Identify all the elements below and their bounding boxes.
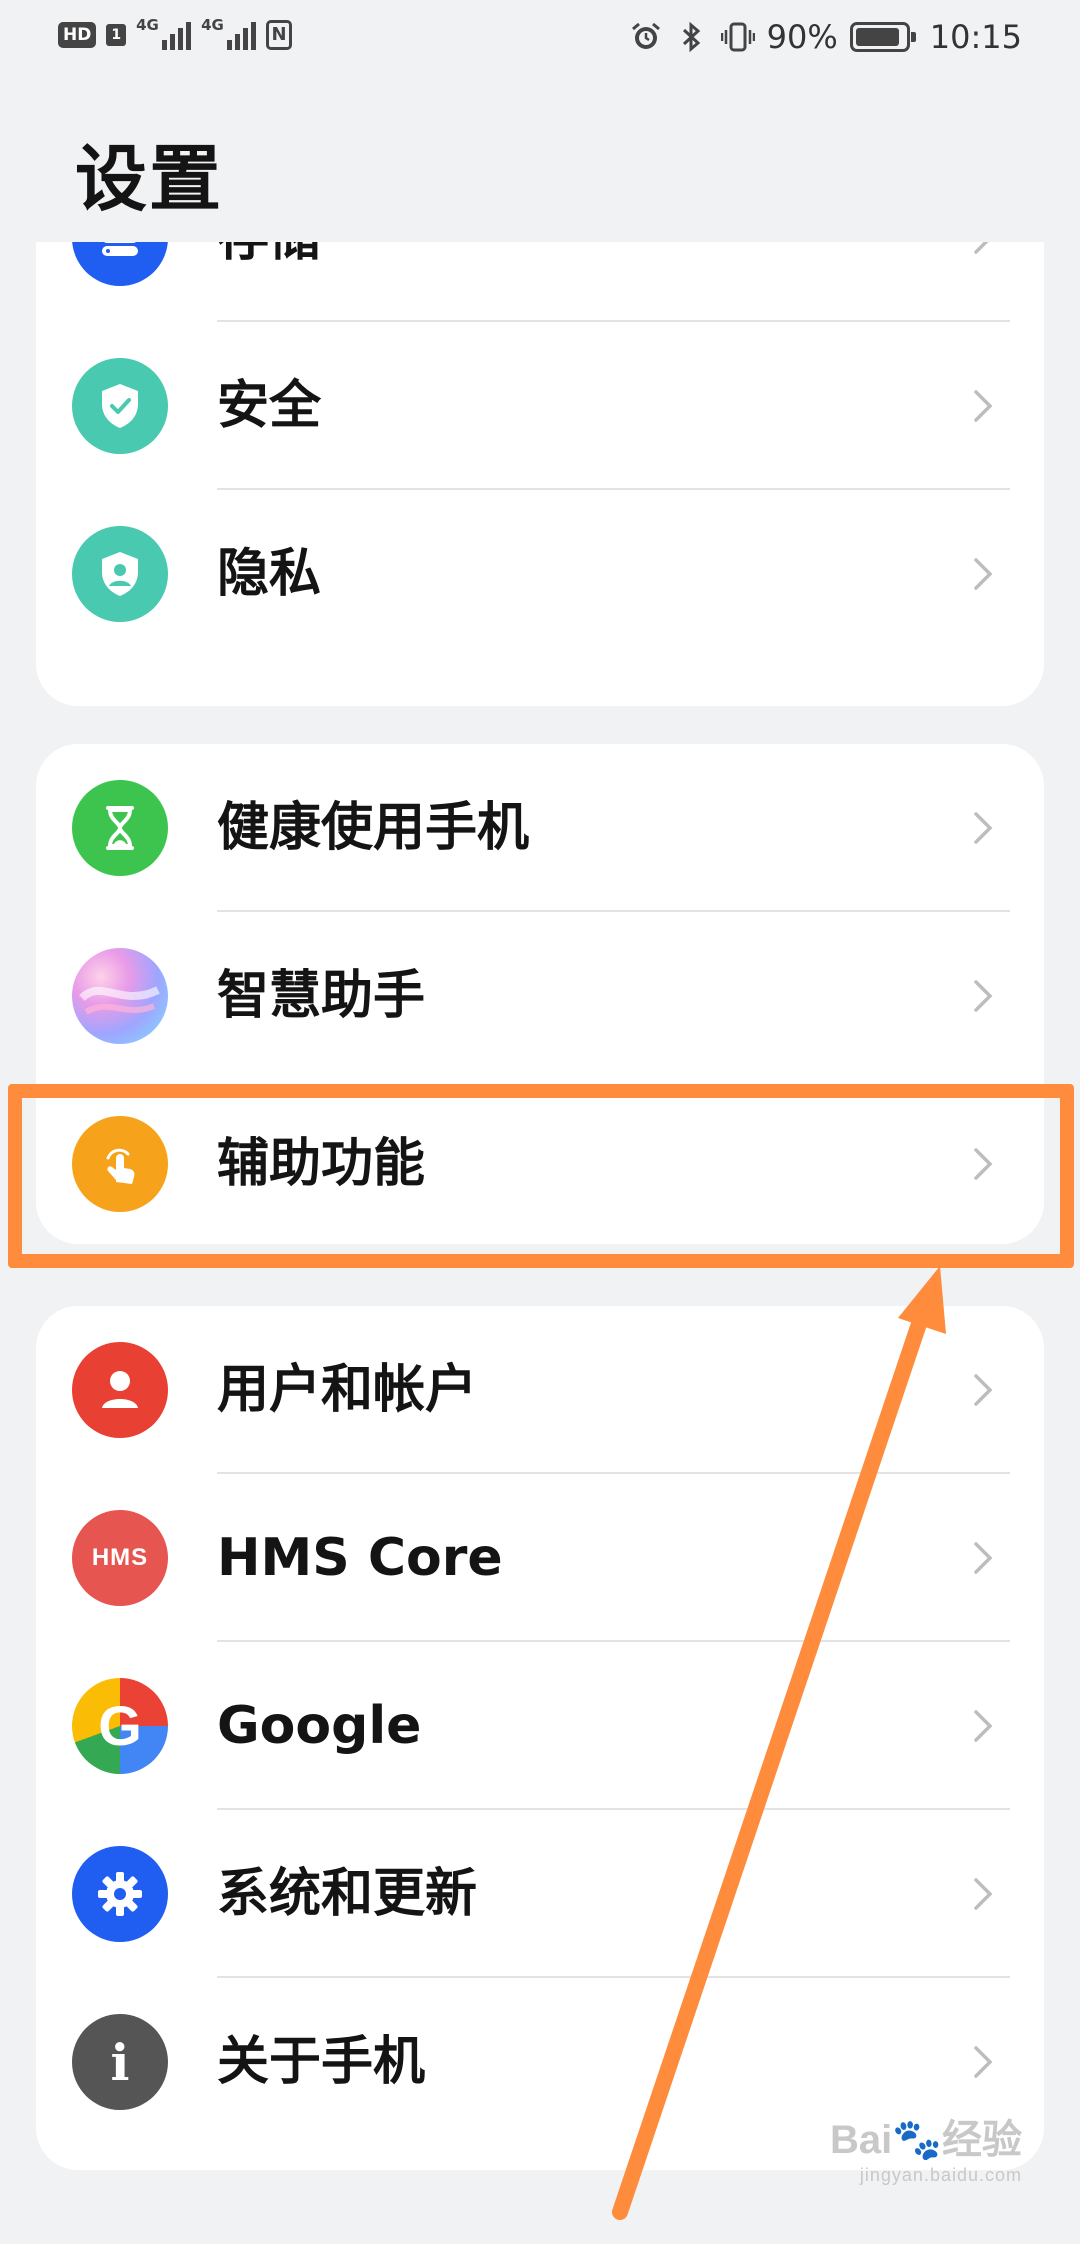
settings-item-label: 系统和更新 bbox=[217, 1864, 478, 1924]
paw-icon: 🐾 bbox=[892, 2118, 942, 2162]
settings-item-label: 健康使用手机 bbox=[217, 798, 530, 858]
settings-item-hms-core[interactable]: HMS HMS Core bbox=[36, 1474, 1044, 1642]
status-bar: HD 1 4G 4G N 90% 10:15 bbox=[0, 0, 1080, 80]
settings-group-3: 用户和帐户 HMS HMS Core G Google 系统和更新 i 关于手机 bbox=[36, 1306, 1044, 2170]
hd-badge: HD bbox=[58, 22, 97, 48]
battery-fill bbox=[855, 28, 899, 46]
watermark-site: jingyan.baidu.com bbox=[859, 2165, 1022, 2185]
signal-icon-2: 4G bbox=[201, 16, 257, 50]
highlight-box bbox=[8, 1084, 1074, 1268]
chevron-right-icon bbox=[974, 390, 993, 422]
alarm-icon bbox=[629, 20, 663, 54]
settings-item-label: 隐私 bbox=[217, 544, 322, 604]
settings-item-smart-assistant[interactable]: 智慧助手 bbox=[36, 912, 1044, 1080]
settings-item-privacy[interactable]: 隐私 bbox=[36, 490, 1044, 658]
signal-icon: 4G bbox=[136, 16, 192, 50]
user-icon bbox=[72, 1342, 168, 1438]
chevron-right-icon bbox=[974, 1542, 993, 1574]
chevron-right-icon bbox=[974, 812, 993, 844]
gear-icon bbox=[72, 1846, 168, 1942]
page-title: 设置 bbox=[75, 137, 224, 221]
settings-item-label: 用户和帐户 bbox=[217, 1360, 478, 1420]
hms-icon: HMS bbox=[72, 1510, 168, 1606]
chevron-right-icon bbox=[974, 2046, 993, 2078]
settings-item-label: 智慧助手 bbox=[217, 966, 426, 1026]
battery-icon bbox=[849, 22, 916, 52]
settings-item-security[interactable]: 安全 bbox=[36, 322, 1044, 490]
chevron-right-icon bbox=[974, 1878, 993, 1910]
settings-item-label: 关于手机 bbox=[217, 2032, 426, 2092]
sim-badge: 1 bbox=[106, 24, 127, 46]
signal-label: 4G bbox=[136, 16, 159, 34]
settings-item-label: 存储 bbox=[217, 242, 321, 322]
security-shield-icon bbox=[72, 358, 168, 454]
settings-item-digital-balance[interactable]: 健康使用手机 bbox=[36, 744, 1044, 912]
nfc-icon: N bbox=[266, 20, 293, 50]
vibrate-icon bbox=[720, 20, 755, 54]
hms-icon-text: HMS bbox=[91, 1544, 149, 1571]
chevron-right-icon bbox=[974, 242, 989, 254]
settings-group-1: 存储 安全 隐私 bbox=[36, 242, 1044, 706]
settings-item-label: HMS Core bbox=[217, 1528, 503, 1588]
chevron-right-icon bbox=[974, 1710, 993, 1742]
chevron-right-icon bbox=[974, 1374, 993, 1406]
privacy-shield-icon bbox=[72, 526, 168, 622]
info-icon: i bbox=[72, 2014, 168, 2110]
status-left: HD 1 4G 4G N bbox=[58, 16, 293, 50]
watermark-brand-2: 经验 bbox=[942, 2118, 1022, 2162]
clock: 10:15 bbox=[929, 18, 1022, 56]
hourglass-icon bbox=[72, 780, 168, 876]
watermark: Bai🐾经验 jingyan.baidu.com bbox=[830, 2107, 1022, 2186]
battery-percent: 90% bbox=[766, 18, 838, 56]
storage-icon bbox=[72, 242, 168, 286]
settings-item-google[interactable]: G Google bbox=[36, 1642, 1044, 1810]
smart-assistant-icon bbox=[72, 948, 168, 1044]
settings-item-storage[interactable]: 存储 bbox=[36, 242, 1044, 322]
watermark-brand: Bai bbox=[829, 2118, 893, 2162]
chevron-right-icon bbox=[974, 980, 993, 1012]
settings-item-label: 安全 bbox=[217, 376, 322, 436]
settings-item-label: Google bbox=[217, 1696, 422, 1756]
google-icon: G bbox=[72, 1678, 168, 1774]
signal-label-2: 4G bbox=[201, 16, 224, 34]
info-icon-letter: i bbox=[110, 2032, 130, 2092]
settings-item-system-update[interactable]: 系统和更新 bbox=[36, 1810, 1044, 1978]
bluetooth-icon bbox=[675, 20, 709, 54]
status-right: 90% 10:15 bbox=[629, 18, 1022, 56]
chevron-right-icon bbox=[974, 558, 993, 590]
google-icon-letter: G bbox=[98, 1694, 142, 1757]
settings-item-users-accounts[interactable]: 用户和帐户 bbox=[36, 1306, 1044, 1474]
